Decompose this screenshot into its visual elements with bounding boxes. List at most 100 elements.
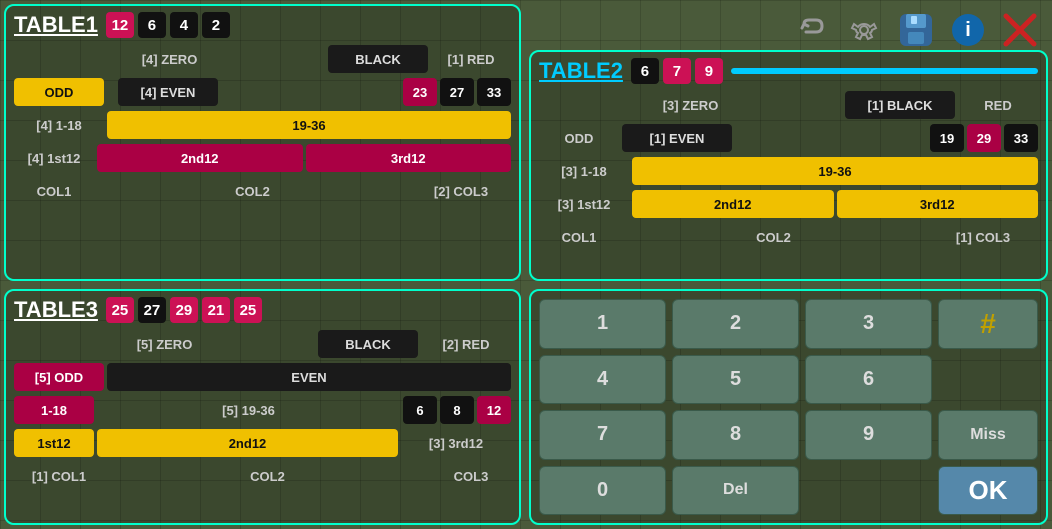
keypad-panel: 1 2 3 # 4 5 6 7 8 9 OK Miss 0 Del: [529, 289, 1048, 525]
table1-1936[interactable]: 19-36: [107, 111, 511, 139]
table2-118[interactable]: [3] 1-18: [539, 157, 629, 185]
table1-118[interactable]: [4] 1-18: [14, 111, 104, 139]
table2-row-dozens: [3] 1st12 2nd12 3rd12: [539, 189, 1038, 219]
table3-num4: 21: [202, 297, 230, 323]
table1-3rd12[interactable]: 3rd12: [306, 144, 512, 172]
undo-button[interactable]: [790, 8, 834, 52]
table2-n33[interactable]: 33: [1004, 124, 1038, 152]
table1-odd[interactable]: ODD: [14, 78, 104, 106]
key-ok[interactable]: OK: [938, 466, 1038, 516]
table2-red[interactable]: RED: [958, 91, 1038, 119]
table1-num3: 4: [170, 12, 198, 38]
table3-3rd12[interactable]: [3] 3rd12: [401, 429, 511, 457]
info-button[interactable]: i: [946, 8, 990, 52]
key-1[interactable]: 1: [539, 299, 666, 349]
table2-n29[interactable]: 29: [967, 124, 1001, 152]
table3-2nd12[interactable]: 2nd12: [97, 429, 398, 457]
key-miss[interactable]: Miss: [938, 410, 1038, 460]
table3-panel: TABLE3 25 27 29 21 25 [5] ZERO BLACK [2]…: [4, 289, 521, 525]
table3-118[interactable]: 1-18: [14, 396, 94, 424]
table2-title: TABLE2: [539, 58, 623, 84]
table2-num1: 6: [631, 58, 659, 84]
table3-odd[interactable]: [5] ODD: [14, 363, 104, 391]
table3-row-odd: [5] ODD EVEN: [14, 362, 511, 392]
table1-col3[interactable]: [2] COL3: [411, 177, 511, 205]
table1-n23[interactable]: 23: [403, 78, 437, 106]
key-9[interactable]: 9: [805, 410, 932, 460]
table1-black[interactable]: BLACK: [328, 45, 428, 73]
key-7[interactable]: 7: [539, 410, 666, 460]
settings-button[interactable]: [842, 8, 886, 52]
table3-col1[interactable]: [1] COL1: [14, 462, 104, 490]
table3-col2[interactable]: COL2: [107, 462, 428, 490]
table1-row-dozens: [4] 1st12 2nd12 3rd12: [14, 143, 511, 173]
key-5[interactable]: 5: [672, 355, 799, 405]
svg-text:i: i: [965, 19, 971, 41]
key-3[interactable]: 3: [805, 299, 932, 349]
table2-zero[interactable]: [3] ZERO: [539, 91, 842, 119]
table3-1936[interactable]: [5] 19-36: [97, 396, 400, 424]
table2-odd[interactable]: ODD: [539, 124, 619, 152]
table1-num1: 12: [106, 12, 134, 38]
table1-n33[interactable]: 33: [477, 78, 511, 106]
key-del[interactable]: Del: [672, 466, 799, 516]
key-0[interactable]: 0: [539, 466, 666, 516]
table3-black[interactable]: BLACK: [318, 330, 418, 358]
table3-n6[interactable]: 6: [403, 396, 437, 424]
table2-n19[interactable]: 19: [930, 124, 964, 152]
table1-col1[interactable]: COL1: [14, 177, 94, 205]
key-4[interactable]: 4: [539, 355, 666, 405]
table3-even[interactable]: EVEN: [107, 363, 511, 391]
table1-col2[interactable]: COL2: [97, 177, 408, 205]
table2-row-zero: [3] ZERO [1] BLACK RED: [539, 90, 1038, 120]
table2-1st12[interactable]: [3] 1st12: [539, 190, 629, 218]
table1-1st12[interactable]: [4] 1st12: [14, 144, 94, 172]
main-content: TABLE1 12 6 4 2 [4] ZERO BLACK [1] RED O…: [0, 0, 1052, 529]
table3-n12[interactable]: 12: [477, 396, 511, 424]
key-hash[interactable]: #: [938, 299, 1038, 349]
table3-row-cols: [1] COL1 COL2 COL3: [14, 461, 511, 491]
toolbar: i: [780, 0, 1052, 60]
table2-header: TABLE2 6 7 9: [539, 58, 1038, 84]
table1-num4: 2: [202, 12, 230, 38]
table2-col3[interactable]: [1] COL3: [928, 223, 1038, 251]
key-2[interactable]: 2: [672, 299, 799, 349]
table1-zero[interactable]: [4] ZERO: [14, 45, 325, 73]
table1-spacer1: [107, 78, 115, 106]
table1-2nd12[interactable]: 2nd12: [97, 144, 303, 172]
table1-red[interactable]: [1] RED: [431, 45, 511, 73]
table3-row-dozens: 1st12 2nd12 [3] 3rd12: [14, 428, 511, 458]
table1-even[interactable]: [4] EVEN: [118, 78, 218, 106]
table2-even[interactable]: [1] EVEN: [622, 124, 732, 152]
table3-num5: 25: [234, 297, 262, 323]
key-spacer: [938, 355, 1038, 405]
table3-col3[interactable]: COL3: [431, 462, 511, 490]
key-8[interactable]: 8: [672, 410, 799, 460]
table2-3rd12[interactable]: 3rd12: [837, 190, 1039, 218]
table1-row-odd: ODD [4] EVEN 23 27 33: [14, 77, 511, 107]
table3-zero[interactable]: [5] ZERO: [14, 330, 315, 358]
table3-num1: 25: [106, 297, 134, 323]
table2-col1[interactable]: COL1: [539, 223, 619, 251]
key-6[interactable]: 6: [805, 355, 932, 405]
table2-col2[interactable]: COL2: [622, 223, 925, 251]
table2-1936[interactable]: 19-36: [632, 157, 1038, 185]
table2-black[interactable]: [1] BLACK: [845, 91, 955, 119]
table3-row-zero: [5] ZERO BLACK [2] RED: [14, 329, 511, 359]
table3-red[interactable]: [2] RED: [421, 330, 511, 358]
table3-1st12[interactable]: 1st12: [14, 429, 94, 457]
table3-title: TABLE3: [14, 297, 98, 323]
table2-row-odd: ODD [1] EVEN 19 29 33: [539, 123, 1038, 153]
table1-n27[interactable]: 27: [440, 78, 474, 106]
table2-num3: 9: [695, 58, 723, 84]
table3-n8[interactable]: 8: [440, 396, 474, 424]
save-button[interactable]: [894, 8, 938, 52]
table1-panel: TABLE1 12 6 4 2 [4] ZERO BLACK [1] RED O…: [4, 4, 521, 281]
table3-row-range: 1-18 [5] 19-36 6 8 12: [14, 395, 511, 425]
table2-row-cols: COL1 COL2 [1] COL3: [539, 222, 1038, 252]
table1-row-cols: COL1 COL2 [2] COL3: [14, 176, 511, 206]
close-button[interactable]: [998, 8, 1042, 52]
table1-spacer2: [221, 78, 400, 106]
table2-panel: TABLE2 6 7 9 [3] ZERO [1] BLACK RED ODD …: [529, 50, 1048, 281]
table2-2nd12[interactable]: 2nd12: [632, 190, 834, 218]
